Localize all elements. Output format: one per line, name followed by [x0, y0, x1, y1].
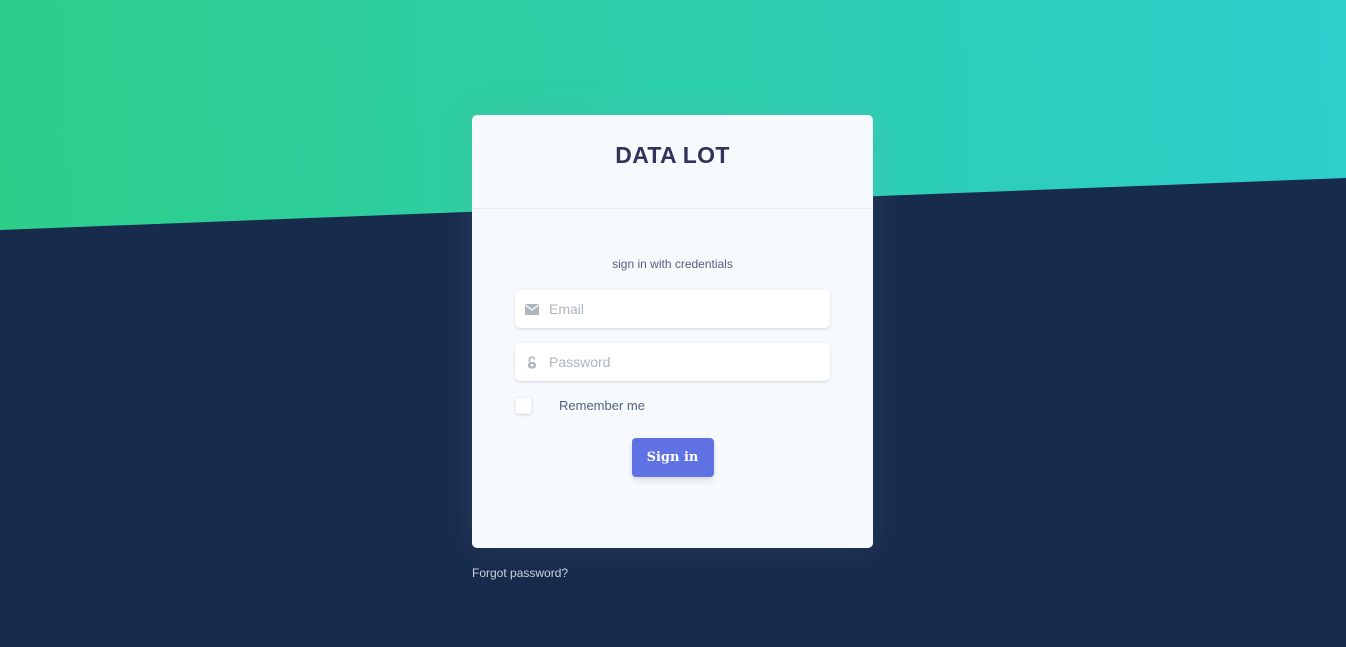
remember-me-label[interactable]: Remember me	[559, 398, 645, 413]
email-input-group[interactable]	[515, 290, 830, 328]
signin-subtitle: sign in with credentials	[612, 257, 733, 271]
password-input[interactable]	[549, 343, 830, 381]
signin-button-wrapper: Sign in	[515, 438, 830, 477]
brand-title: DATA LOT	[615, 142, 730, 168]
envelope-icon	[515, 303, 549, 315]
password-input-group[interactable]	[515, 343, 830, 381]
forgot-password-link[interactable]: Forgot password?	[472, 566, 568, 580]
card-header: DATA LOT	[472, 115, 873, 209]
signin-button[interactable]: Sign in	[631, 438, 714, 477]
login-form: sign in with credentials R	[472, 257, 873, 477]
unlock-icon	[515, 355, 549, 369]
login-card: DATA LOT sign in with credentials Email …	[472, 115, 873, 548]
email-input[interactable]	[549, 290, 830, 328]
remember-me-row: Remember me	[515, 397, 830, 414]
remember-me-checkbox[interactable]	[515, 397, 532, 414]
